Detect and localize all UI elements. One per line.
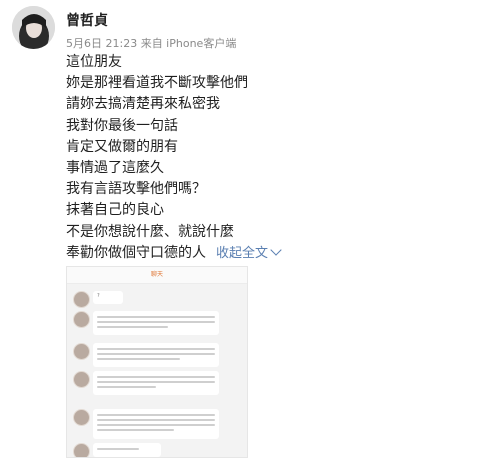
avatar (73, 409, 90, 426)
post-line: 妳是那裡看道我不斷攻擊他們 (66, 75, 248, 92)
chevron-up-icon (270, 244, 282, 256)
post-line: 抹著自己的良心 (66, 202, 164, 219)
author-avatar[interactable] (12, 6, 55, 49)
chat-bubble (93, 409, 219, 439)
chat-bubble (93, 311, 219, 335)
collapse-label[interactable]: 收起全文 (216, 246, 268, 261)
chat-text: ? (97, 293, 100, 299)
post-line: 我對你最後一句話 (66, 117, 178, 134)
chat-header: 聊天 (67, 267, 247, 284)
avatar (73, 311, 90, 328)
chat-bubble: ? (93, 291, 123, 304)
attached-chat-screenshot[interactable]: 聊天 ? (66, 266, 248, 458)
chat-bubble (93, 343, 219, 367)
post-line: 奉勸你做個守口德的人 (66, 244, 206, 261)
post-line: 這位朋友 (66, 54, 122, 70)
post-line: 事情過了這麼久 (66, 159, 164, 176)
avatar (73, 291, 90, 308)
post-meta: 5月6日 21:23 来自 iPhone客户端 (66, 37, 237, 50)
collapse-button[interactable]: 收起全文 (216, 244, 282, 261)
post-line: 不是你想說什麼、就說什麼 (66, 223, 234, 240)
post-line: 肯定又做爾的朋有 (66, 138, 178, 155)
post-line: 請妳去搞清楚再來私密我 (66, 96, 220, 113)
avatar (73, 343, 90, 360)
post-last-line: 奉勸你做個守口德的人 收起全文 (66, 243, 486, 264)
post-line: 我有言語攻擊他們嗎？ (66, 181, 206, 198)
avatar (73, 371, 90, 388)
author-name[interactable]: 曾哲貞 (66, 10, 108, 30)
post-body: 這位朋友 妳是那裡看道我不斷攻擊他們 請妳去搞清楚再來私密我 我對你最後一句話 … (66, 52, 486, 264)
chat-bubble (93, 371, 219, 395)
chat-bubble (93, 443, 161, 457)
